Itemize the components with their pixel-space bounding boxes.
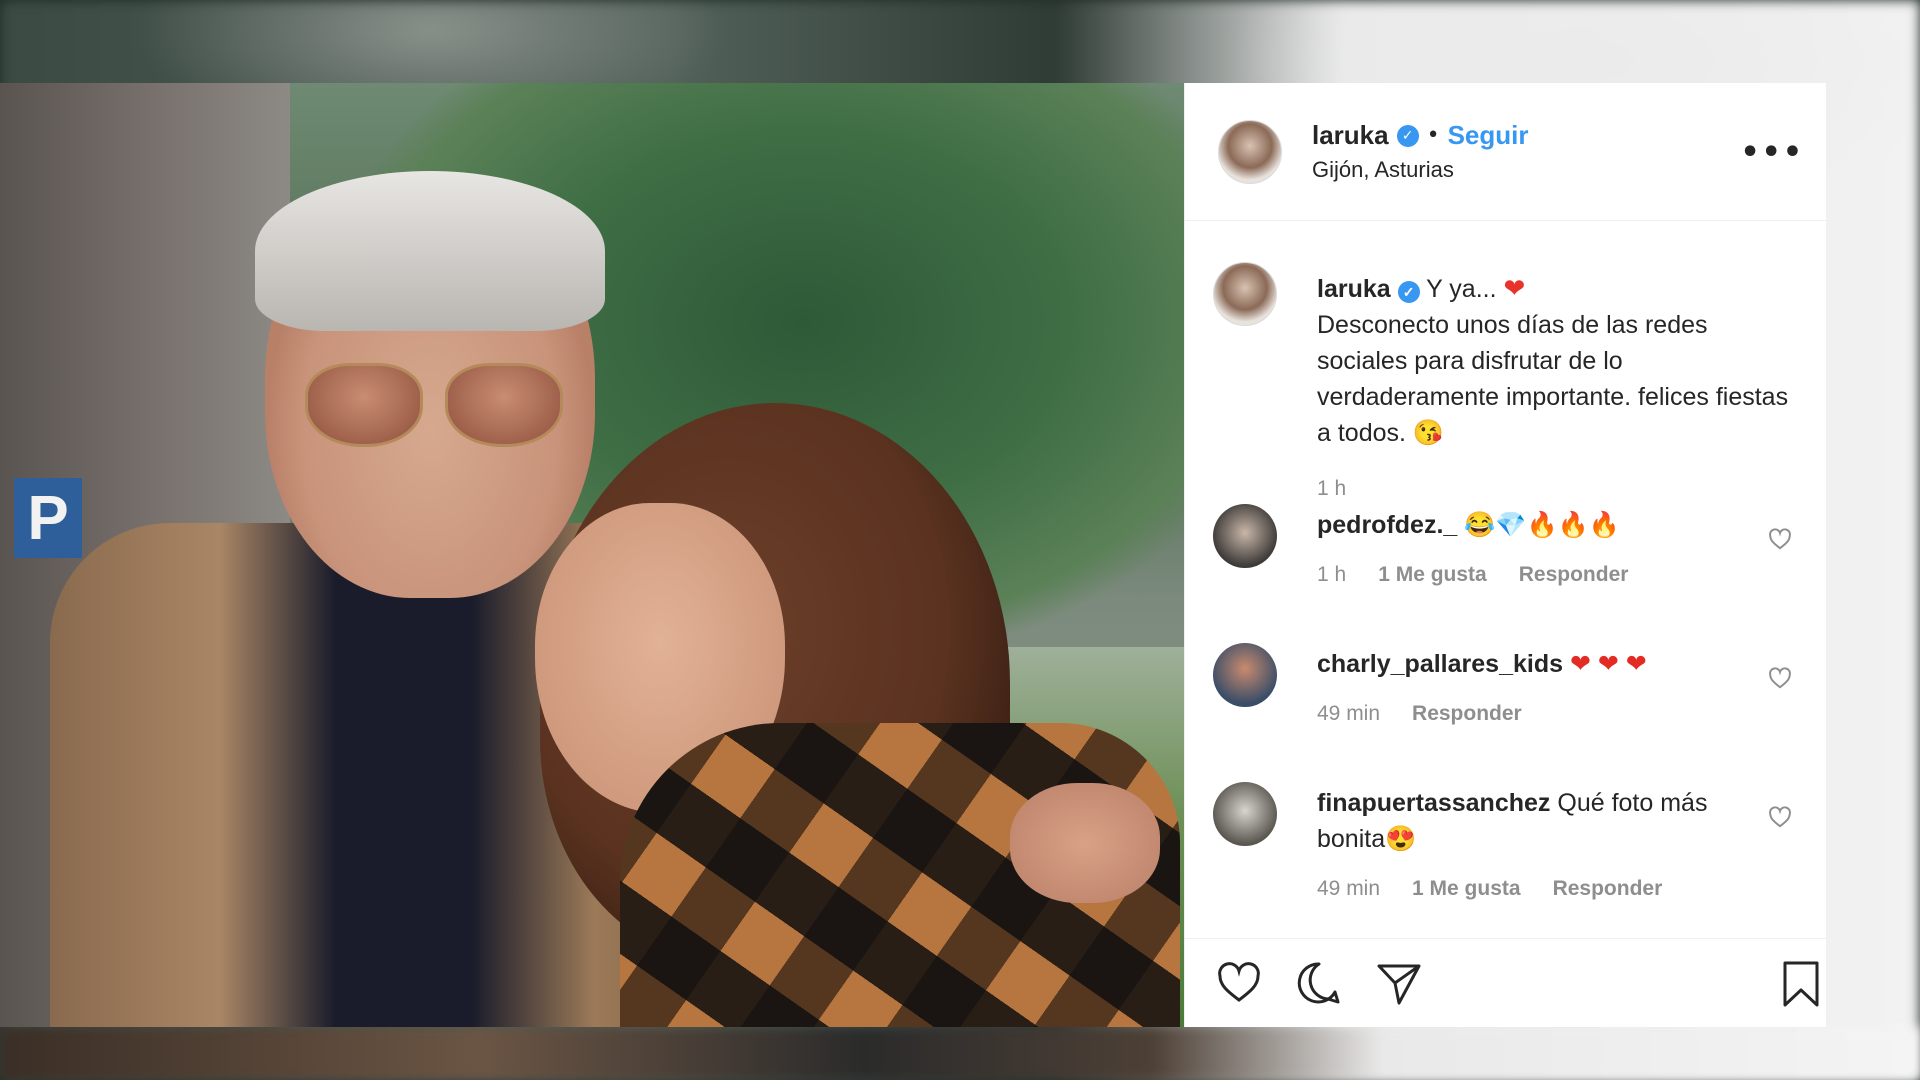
photo-man-hair [255, 171, 605, 331]
verified-badge-icon: ✓ [1396, 124, 1419, 147]
comment-time[interactable]: 1 h [1317, 563, 1346, 587]
photo-sunglass-right [445, 363, 563, 447]
header-text: laruka ✓ • Seguir Gijón, Asturias [1312, 120, 1529, 183]
comment-username[interactable]: finapuertassanchez [1317, 789, 1550, 817]
heart-outline-icon[interactable] [1215, 959, 1263, 1007]
comment-avatar[interactable] [1213, 782, 1277, 846]
comment-likes[interactable]: 1 Me gusta [1378, 563, 1487, 587]
comment-time[interactable]: 49 min [1317, 702, 1380, 726]
caption-username[interactable]: laruka [1317, 275, 1391, 303]
comment-avatar[interactable] [1213, 643, 1277, 707]
reply-button[interactable]: Responder [1412, 702, 1522, 726]
caption-text-body: Desconecto unos días de las redes social… [1317, 311, 1789, 447]
comment-username[interactable]: pedrofdez._ [1317, 511, 1457, 539]
more-options-icon[interactable]: ••• [1740, 135, 1804, 170]
comment-item: charly_pallares_kids ❤ ❤ ❤ 49 min Respon… [1213, 643, 1793, 726]
comments-list[interactable]: laruka ✓ Y ya... ❤ Desconecto unos días … [1185, 222, 1827, 938]
fire-emoji: 🔥 [1588, 511, 1620, 539]
post-caption: laruka ✓ Y ya... ❤ Desconecto unos días … [1213, 262, 1793, 507]
post-action-bar [1185, 938, 1827, 1027]
verified-badge-icon: ✓ [1397, 281, 1420, 303]
comment-item: finapuertassanchez Qué foto más bonita😍 … [1213, 782, 1793, 901]
author-username[interactable]: laruka [1312, 120, 1389, 151]
red-heart-emoji: ❤ [1569, 650, 1591, 678]
red-heart-emoji: ❤ [1597, 650, 1619, 678]
blurred-background-bottom [0, 1027, 1920, 1080]
heart-eyes-emoji: 😍 [1385, 825, 1417, 853]
comment-likes[interactable]: 1 Me gusta [1412, 877, 1521, 901]
kiss-emoji: 😘 [1412, 419, 1445, 447]
red-heart-emoji: ❤ [1625, 650, 1647, 678]
red-heart-emoji: ❤ [1503, 273, 1526, 303]
comment-like-heart-icon[interactable] [1767, 804, 1793, 830]
post-photo[interactable]: P [0, 83, 1184, 1027]
comment-like-heart-icon[interactable] [1767, 665, 1793, 691]
post-side-panel: laruka ✓ • Seguir Gijón, Asturias ••• la… [1184, 83, 1827, 1027]
bookmark-icon[interactable] [1779, 959, 1823, 1009]
fire-emoji: 🔥 [1526, 511, 1558, 539]
separator-dot: • [1426, 123, 1440, 148]
post-location[interactable]: Gijón, Asturias [1312, 157, 1529, 183]
follow-button[interactable]: Seguir [1448, 120, 1529, 151]
author-avatar[interactable] [1218, 119, 1282, 184]
reply-button[interactable]: Responder [1553, 877, 1663, 901]
photo-sunglass-left [305, 363, 423, 447]
caption-time[interactable]: 1 h [1317, 471, 1793, 507]
caption-text-start: Y ya... [1426, 275, 1497, 303]
comment-time[interactable]: 49 min [1317, 877, 1380, 901]
caption-avatar[interactable] [1213, 262, 1277, 326]
photo-hand [1010, 783, 1160, 903]
gem-emoji: 💎 [1495, 511, 1527, 539]
speech-bubble-icon[interactable] [1295, 959, 1343, 1007]
fire-emoji: 🔥 [1557, 511, 1589, 539]
laughing-emoji: 😂 [1464, 511, 1496, 539]
post-header: laruka ✓ • Seguir Gijón, Asturias ••• [1185, 83, 1826, 221]
photo-parking-sign: P [14, 478, 82, 558]
paper-plane-icon[interactable] [1375, 959, 1423, 1007]
comment-avatar[interactable] [1213, 504, 1277, 568]
comment-username[interactable]: charly_pallares_kids [1317, 650, 1563, 678]
comment-item: pedrofdez._ 😂💎🔥🔥🔥 1 h 1 Me gusta Respond… [1213, 504, 1793, 587]
instagram-post: P laruka ✓ • Seguir Gijón, Asturias ••• [0, 83, 1827, 1027]
reply-button[interactable]: Responder [1519, 563, 1629, 587]
comment-like-heart-icon[interactable] [1767, 526, 1793, 552]
